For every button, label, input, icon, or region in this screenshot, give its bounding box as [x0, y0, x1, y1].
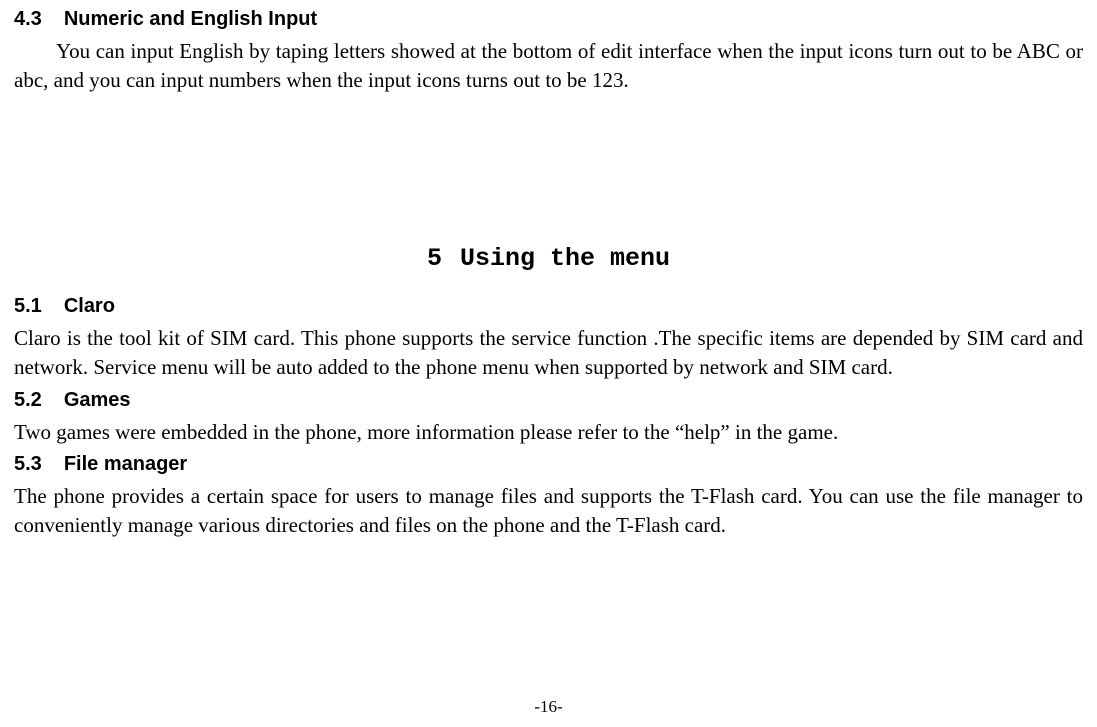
section-4-3-body: You can input English by taping letters … [14, 37, 1083, 96]
section-5-2-body: Two games were embedded in the phone, mo… [14, 418, 1083, 447]
section-5-3-heading: 5.3 File manager [14, 453, 1083, 476]
section-5-1-number: 5.1 [14, 295, 42, 318]
section-5-2-number: 5.2 [14, 389, 42, 412]
section-5-3-body: The phone provides a certain space for u… [14, 482, 1083, 541]
section-5-2-heading: 5.2 Games [14, 389, 1083, 412]
section-4-3-title: Numeric and English Input [64, 8, 317, 30]
chapter-5-title: Using the menu [460, 244, 670, 273]
section-5-2-title: Games [64, 389, 131, 411]
page-number: -16- [0, 697, 1097, 717]
section-5-1-body: Claro is the tool kit of SIM card. This … [14, 324, 1083, 383]
section-5-3-number: 5.3 [14, 453, 42, 476]
section-5-1-heading: 5.1 Claro [14, 295, 1083, 318]
section-5-3-title: File manager [64, 453, 187, 475]
section-4-3-heading: 4.3 Numeric and English Input [14, 8, 1083, 31]
section-4-3-number: 4.3 [14, 8, 42, 31]
chapter-5-heading: 5 Using the menu [14, 244, 1083, 273]
chapter-5-number: 5 [427, 244, 442, 273]
section-5-1-title: Claro [64, 295, 115, 317]
